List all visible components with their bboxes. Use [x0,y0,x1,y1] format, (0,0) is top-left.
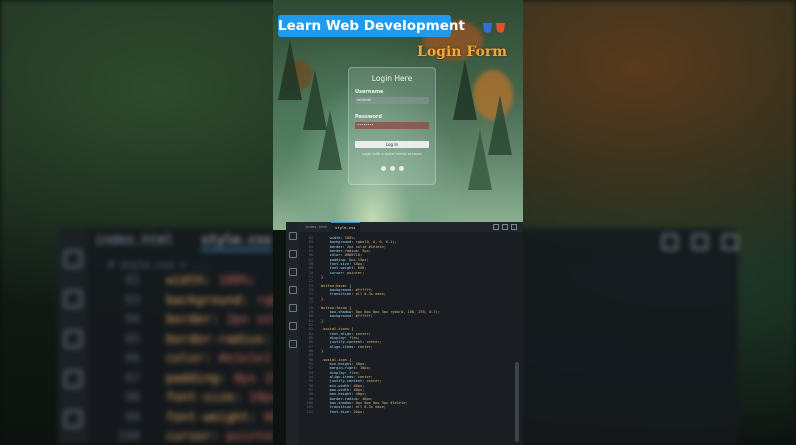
username-label: Username [355,89,384,95]
social-login-note: Login with a social media account [362,152,422,156]
split-editor-icon[interactable] [502,224,508,230]
backdrop-code-line: 98 font-size: 18px [124,389,279,404]
code-area[interactable]: 62 width: 100%; 63 background: rgba(0, 0,… [301,236,441,414]
run-file-icon[interactable] [493,224,499,230]
instagram-icon[interactable] [399,166,404,171]
css3-icon [483,23,492,33]
editor-actions [493,224,517,230]
code-editor: index.html style.css 62 width: 100%; 63 b… [286,222,523,445]
backdrop-code-line: 92 width: 100%; [124,272,257,287]
login-card-title: Login Here [371,74,413,83]
backdrop-code-line: 94 border: 2px soli [124,311,287,326]
backdrop-tab-style: style.css [201,233,272,251]
video-subtitle: Login Form [417,44,508,60]
password-input[interactable]: •••••••• [355,122,429,129]
backdrop-editor-actions [662,234,738,250]
search-icon[interactable] [288,250,297,258]
backdrop-code-line: 99 font-weight: 600 [124,408,287,424]
activity-bar [286,222,299,445]
source-control-icon[interactable] [288,268,297,276]
run-icon[interactable] [288,286,297,294]
tab-index-html[interactable]: index.html [301,222,332,232]
backdrop-code-line: 95border-radius: 5 [124,330,286,346]
extensions-icon[interactable] [288,304,297,312]
editor-scrollbar[interactable] [515,362,519,442]
backdrop-code-line: 96 color: #e1e1e1 [124,350,272,365]
backdrop-code: 92 width: 100%; 93 background: rgba 94 border… [100,270,286,445]
backdrop-code-line: 93 background: rgba [124,291,287,307]
remote-icon[interactable] [288,322,297,330]
video-frame: Learn Web Development Login Form Login H… [273,0,523,445]
username-input[interactable]: rehanali [355,97,429,104]
password-label: Password [355,114,382,120]
html5-icon [496,23,505,33]
line-number: 102 [306,409,314,414]
login-button[interactable]: Log In [355,141,429,148]
backdrop-activity-bar [58,228,88,445]
tab-style-css[interactable]: style.css [331,222,360,233]
course-badge: Learn Web Development [278,15,465,37]
backdrop-code-line: 97 padding: 8px 15p [124,369,287,385]
account-icon[interactable] [288,340,297,348]
twitter-icon[interactable] [390,166,395,171]
editor-tabs: index.html style.css [299,222,523,233]
login-card: Login Here Username rehanali Password ••… [348,67,436,185]
github-icon[interactable] [381,166,386,171]
more-actions-icon[interactable] [511,224,517,230]
code-line: 102 font-size: 20px; [301,410,440,414]
explorer-icon[interactable] [288,232,297,240]
backdrop-tab-index: index.html [95,233,174,248]
backdrop-tabs: index.html style.css [95,233,272,251]
backdrop-code-line: 100 cursor: pointer [117,428,279,443]
